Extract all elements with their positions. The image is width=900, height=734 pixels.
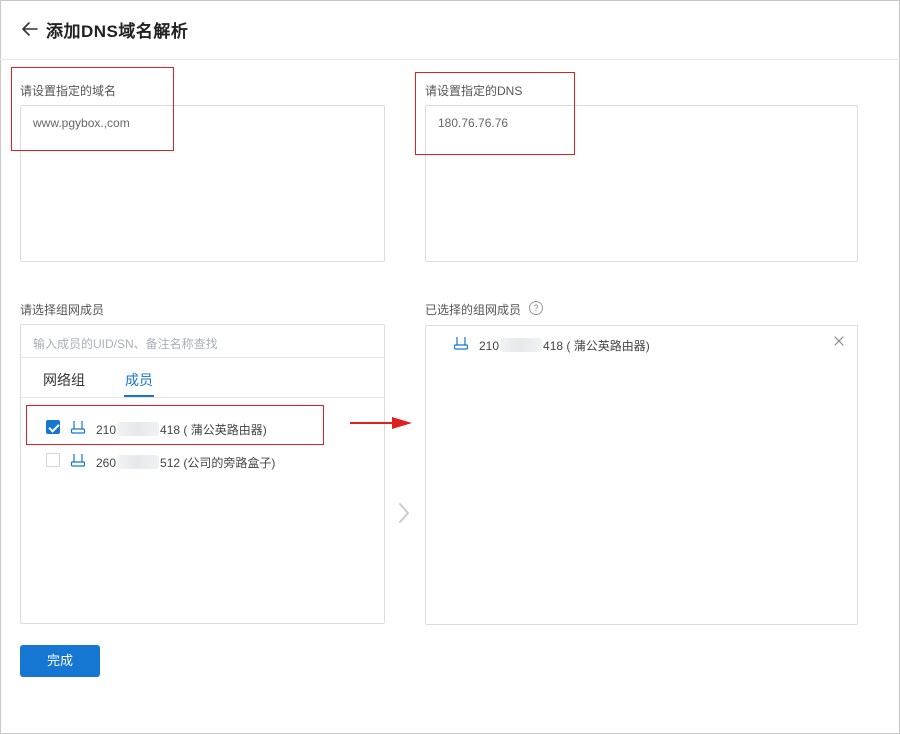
tab-network-group[interactable]: 网络组 xyxy=(43,370,85,390)
member-search-input[interactable]: 输入成员的UID/SN、备注名称查找 xyxy=(21,325,384,358)
annotation-box-domain xyxy=(11,67,174,151)
selected-list-item: 210 418 ( 蒲公英路由器) xyxy=(453,334,753,354)
member-list-item[interactable]: 260 512 (公司的旁路盒子) xyxy=(46,451,306,471)
member-tabs: 网络组 成员 xyxy=(21,358,384,398)
members-label: 请选择组网成员 xyxy=(20,303,105,317)
active-tab-indicator xyxy=(124,395,154,397)
router-icon xyxy=(70,454,86,467)
redacted-uid xyxy=(500,338,543,352)
annotation-box-member xyxy=(26,405,324,445)
tab-members[interactable]: 成员 xyxy=(125,370,153,390)
annotation-arrow xyxy=(350,417,412,429)
back-arrow-icon[interactable] xyxy=(20,18,40,40)
member-uid-suffix: 512 (公司的旁路盒子) xyxy=(160,456,276,470)
chevron-right-icon[interactable] xyxy=(397,501,411,525)
member-checkbox[interactable] xyxy=(46,453,60,467)
selected-label: 已选择的组网成员 xyxy=(425,303,522,317)
member-picker-panel: 输入成员的UID/SN、备注名称查找 网络组 成员 210 418 ( 蒲公英路由… xyxy=(20,324,385,624)
selected-members-panel: 210 418 ( 蒲公英路由器) xyxy=(425,325,858,625)
redacted-uid xyxy=(117,455,160,469)
annotation-box-dns xyxy=(415,72,575,155)
router-icon xyxy=(453,337,469,350)
page-title: 添加DNS域名解析 xyxy=(46,22,189,41)
member-search-placeholder: 输入成员的UID/SN、备注名称查找 xyxy=(33,337,218,351)
member-uid-prefix: 260 xyxy=(96,456,117,470)
selected-uid-prefix: 210 xyxy=(479,339,500,353)
remove-selected-close-icon[interactable] xyxy=(833,335,845,347)
help-icon[interactable]: ? xyxy=(529,301,543,315)
selected-uid-suffix: 418 ( 蒲公英路由器) xyxy=(543,339,650,353)
page-header: 添加DNS域名解析 xyxy=(0,0,900,60)
done-button[interactable]: 完成 xyxy=(20,645,100,677)
